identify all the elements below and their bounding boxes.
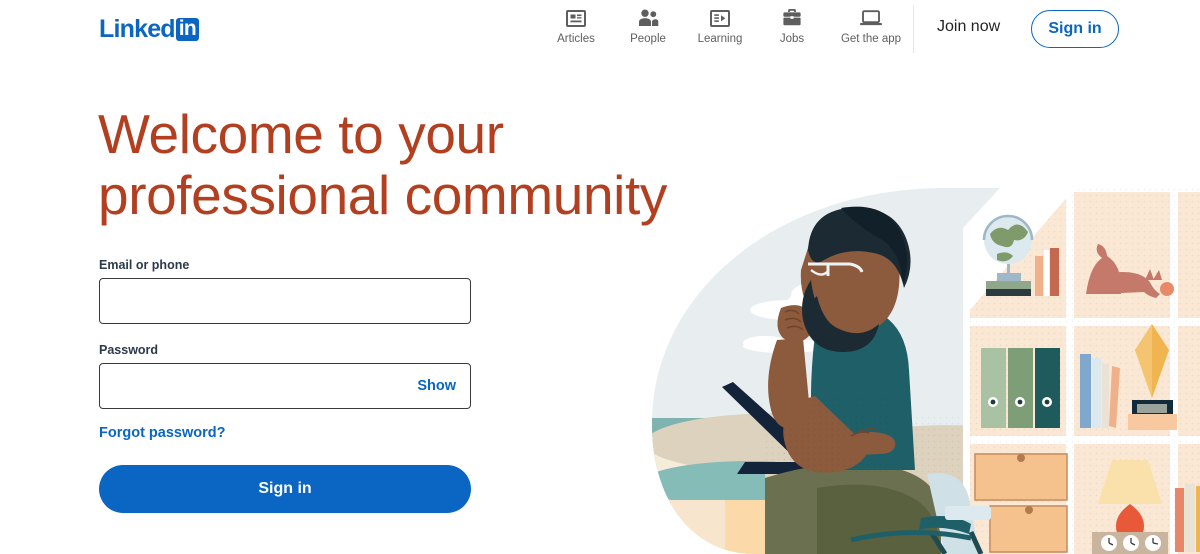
nav-label-articles: Articles (557, 33, 595, 45)
header-nav: Articles People Learning Jobs Get the ap… (540, 6, 914, 45)
get-the-app-icon (859, 8, 883, 28)
logo-in-badge: in (175, 17, 199, 42)
password-input[interactable] (100, 364, 470, 408)
nav-item-learning[interactable]: Learning (684, 6, 756, 45)
show-password-button[interactable]: Show (417, 378, 456, 394)
password-input-wrapper[interactable]: Show (99, 363, 471, 409)
password-field-label: Password (99, 343, 159, 357)
nav-label-people: People (630, 33, 666, 45)
nav-label-get-the-app: Get the app (840, 33, 902, 45)
nav-label-jobs: Jobs (779, 33, 805, 45)
email-field-label: Email or phone (99, 258, 190, 272)
nav-item-people[interactable]: People (612, 6, 684, 45)
sign-in-submit-button[interactable]: Sign in (99, 465, 471, 513)
header-sign-in-button[interactable]: Sign in (1031, 10, 1119, 48)
logo-wordmark: Linked (99, 15, 176, 43)
sign-in-form: Email or phone Password Show Forgot pass… (99, 258, 471, 513)
nav-label-learning: Learning (697, 33, 743, 45)
linkedin-logo[interactable]: Linked in (99, 17, 199, 42)
illustration-svg (651, 188, 1200, 554)
binders (981, 348, 1060, 428)
header-divider (913, 6, 914, 53)
bookshelf (963, 188, 1200, 554)
nav-item-get-the-app[interactable]: Get the app (828, 6, 914, 45)
people-icon (638, 8, 659, 28)
nav-item-jobs[interactable]: Jobs (756, 6, 828, 45)
nav-item-articles[interactable]: Articles (540, 6, 612, 45)
hero-illustration (645, 188, 1200, 554)
join-now-link[interactable]: Join now (937, 18, 1000, 36)
field-spacer (99, 324, 471, 343)
learning-icon (710, 8, 730, 28)
site-header: Linked in Articles People Learning Jobs … (0, 0, 1200, 58)
articles-icon (566, 8, 586, 28)
page-title: Welcome to your professional community (98, 103, 667, 226)
email-input[interactable] (100, 279, 470, 323)
jobs-icon (782, 8, 802, 28)
forgot-password-link[interactable]: Forgot password? (99, 425, 225, 441)
email-input-wrapper[interactable] (99, 278, 471, 324)
globe (982, 214, 1034, 296)
